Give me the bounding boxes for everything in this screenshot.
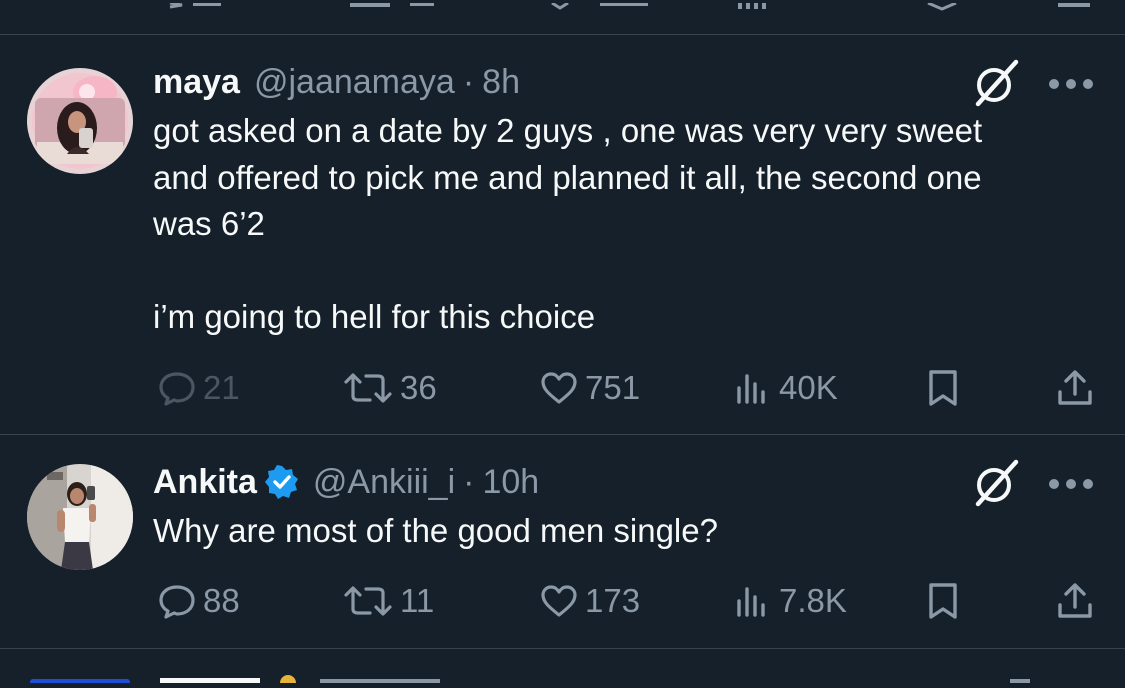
share-upload-icon [1058, 370, 1092, 405]
avatar[interactable] [27, 68, 133, 174]
heart-icon [541, 372, 577, 404]
tweet-text: Why are most of the good men single? [153, 512, 718, 549]
bookmark-icon [929, 370, 957, 406]
views-count: 7.8K [779, 582, 847, 619]
display-name[interactable]: maya [153, 62, 240, 102]
more-dots-icon[interactable] [1049, 77, 1093, 91]
verified-badge-icon [264, 465, 299, 499]
next-tweet-peek [0, 660, 1125, 688]
separator: · [463, 463, 475, 501]
share-upload-icon [1058, 583, 1092, 618]
tweet[interactable]: maya @jaanamaya · 8h got asked on a date… [0, 34, 1125, 434]
views-button[interactable]: 40K [733, 364, 838, 412]
user-handle[interactable]: @Ankiii_i [313, 462, 455, 502]
repost-arrows-icon [344, 373, 392, 403]
like-count: 751 [585, 369, 641, 406]
grok-slash-icon[interactable] [970, 58, 1020, 108]
like-button[interactable]: 751 [539, 364, 640, 412]
reply-button[interactable]: 88 [157, 577, 240, 625]
reply-count: 21 [203, 369, 240, 406]
repost-button[interactable]: 11 [342, 577, 434, 625]
views-button[interactable]: 7.8K [733, 577, 847, 625]
bookmark-button[interactable] [923, 577, 963, 625]
like-count: 173 [585, 582, 641, 619]
reply-button[interactable]: 21 [157, 364, 240, 412]
repost-arrows-icon [344, 586, 392, 616]
bar-chart-icon [737, 587, 765, 617]
bar-chart-icon [737, 374, 765, 404]
divider [0, 648, 1125, 649]
reply-count: 88 [203, 582, 240, 619]
tweet-header: maya @jaanamaya · 8h [153, 62, 520, 102]
bookmark-button[interactable] [923, 364, 963, 412]
more-dots-icon[interactable] [1049, 477, 1093, 491]
tweet-header: Ankita @Ankiii_i · 10h [153, 462, 539, 502]
heart-icon [541, 585, 577, 617]
previous-tweet-actions-peek [0, 0, 1125, 11]
grok-slash-icon[interactable] [970, 458, 1020, 508]
speech-bubble-icon [159, 585, 195, 619]
speech-bubble-icon [159, 372, 195, 406]
repost-button[interactable]: 36 [342, 364, 437, 412]
tweet-actions: 88 11 173 7.8K [153, 577, 1093, 625]
timestamp[interactable]: 8h [482, 62, 520, 102]
tweet-actions: 21 36 751 40K [153, 364, 1093, 412]
timestamp[interactable]: 10h [482, 462, 539, 502]
tweet[interactable]: Ankita @Ankiii_i · 10h Why are most of t… [0, 434, 1125, 648]
share-button[interactable] [1055, 364, 1095, 412]
repost-count: 11 [400, 582, 435, 619]
tweet-text: got asked on a date by 2 guys , one was … [153, 112, 983, 335]
separator: · [462, 63, 475, 101]
user-handle[interactable]: @jaanamaya [254, 62, 455, 102]
bookmark-icon [929, 583, 957, 619]
repost-count: 36 [400, 369, 437, 406]
display-name[interactable]: Ankita [153, 462, 257, 502]
share-button[interactable] [1055, 577, 1095, 625]
avatar[interactable] [27, 464, 133, 570]
views-count: 40K [779, 369, 838, 406]
like-button[interactable]: 173 [539, 577, 640, 625]
